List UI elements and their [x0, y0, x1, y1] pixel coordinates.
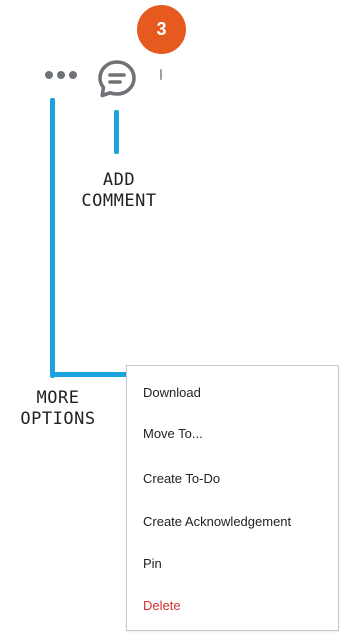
menu-item-move-to[interactable]: Move To...	[143, 420, 330, 446]
toolbar-divider	[160, 69, 162, 80]
more-horizontal-icon[interactable]	[41, 60, 83, 90]
add-comment-callout: ADD COMMENT	[81, 170, 157, 211]
more-options-callout: MORE OPTIONS	[20, 388, 96, 429]
menu-item-create-acknowledgement[interactable]: Create Acknowledgement	[143, 508, 330, 534]
more-options-menu: Download Move To... Create To-Do Create …	[126, 365, 339, 631]
menu-item-delete[interactable]: Delete	[143, 592, 330, 618]
step-badge: 3	[137, 5, 186, 54]
menu-item-pin[interactable]: Pin	[143, 550, 330, 576]
more-options-callout-connector	[50, 372, 138, 377]
menu-item-create-to-do[interactable]: Create To-Do	[143, 465, 330, 491]
screenshot-stage: 3 ADD COMMENT MORE OPTIONS Download Move…	[0, 0, 344, 635]
comment-icon[interactable]	[96, 58, 138, 100]
menu-item-download[interactable]: Download	[143, 379, 330, 405]
comment-callout-line	[114, 110, 119, 154]
more-options-callout-line	[50, 98, 55, 378]
